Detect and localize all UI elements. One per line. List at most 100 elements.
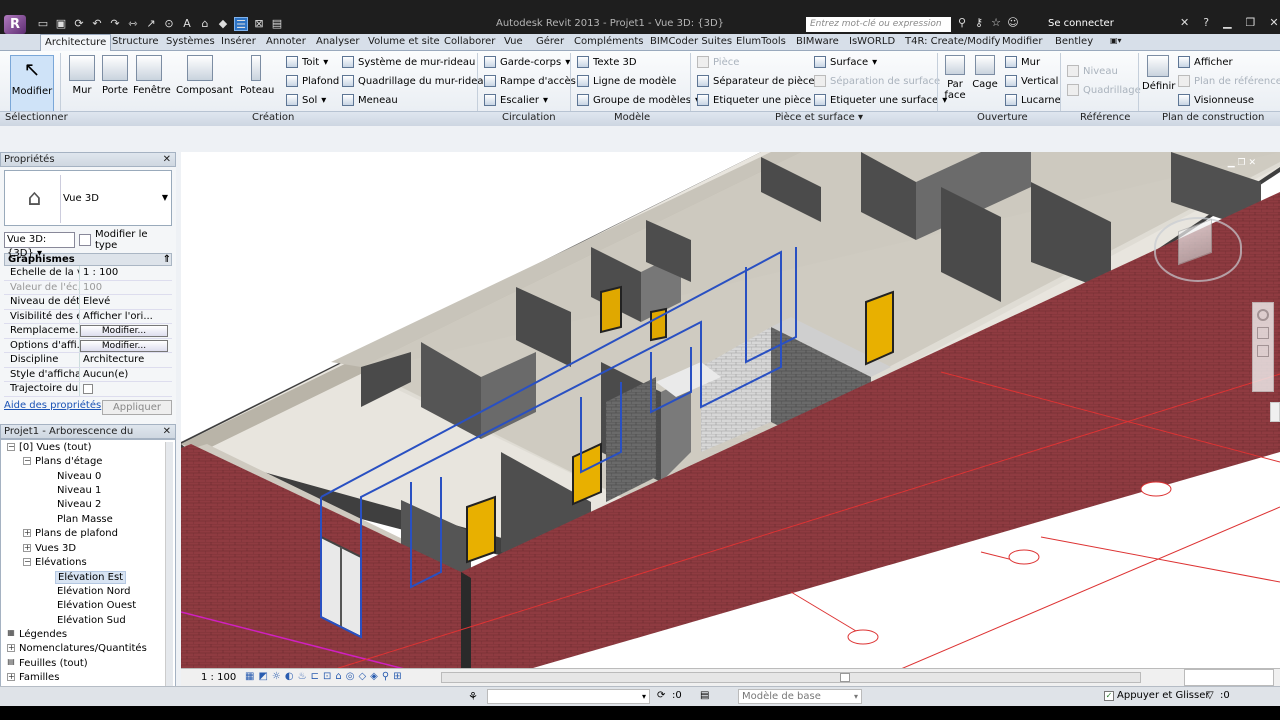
binoculars-icon[interactable]: ⚲ <box>955 16 969 30</box>
apply-button[interactable]: Appliquer <box>101 399 172 415</box>
sync-icon[interactable]: ⟳ <box>72 17 86 31</box>
panel-datum[interactable]: Référence <box>1080 112 1130 123</box>
tab-structure[interactable]: Structure <box>112 36 159 47</box>
search-input[interactable]: Entrez mot-clé ou expression <box>806 17 951 32</box>
collapse-icon[interactable]: − <box>23 457 31 465</box>
tree-node[interactable]: + Vues 3D <box>23 543 76 554</box>
scroll-thumb[interactable] <box>840 673 850 682</box>
analysis-icon[interactable]: ◈ <box>370 671 378 682</box>
model-text-button[interactable]: Texte 3D <box>577 56 637 68</box>
prop-value[interactable]: 1 : 100 <box>80 266 172 280</box>
view-window-controls[interactable]: ▁ ❐ ✕ <box>1228 158 1256 168</box>
editing-requests-icon[interactable]: ⟳ <box>657 690 665 701</box>
prop-value[interactable]: Architecture <box>80 353 172 367</box>
restore-icon[interactable]: ❐ <box>1246 16 1256 29</box>
worksharing-icon[interactable]: ⊞ <box>393 671 401 682</box>
tree-scrollbar[interactable] <box>165 441 173 692</box>
tree-node[interactable]: + Plans de plafond <box>23 528 118 539</box>
text-icon[interactable]: A <box>180 17 194 31</box>
star-icon[interactable]: ☆ <box>989 16 1003 30</box>
tab-vue[interactable]: Vue <box>504 36 523 47</box>
tag-room-button[interactable]: Etiqueter une pièce ▾ <box>697 94 820 106</box>
tab-inserer[interactable]: Insérer <box>221 36 256 47</box>
tree-node[interactable]: − Plans d'étage <box>23 456 102 467</box>
collapse-icon[interactable]: − <box>23 558 31 566</box>
collapse-icon[interactable]: ⇑ <box>163 254 171 265</box>
crop-region-icon[interactable]: ⊡ <box>323 671 331 682</box>
tree-node[interactable]: Plan Masse <box>57 514 113 525</box>
reveal-hidden-icon[interactable]: ◇ <box>358 671 366 682</box>
design-options-icon[interactable]: ▤ <box>700 690 709 701</box>
close-icon[interactable]: ✕ <box>163 425 175 438</box>
room-separator-button[interactable]: Séparateur de pièces <box>697 75 820 87</box>
area-boundary-button[interactable]: Séparation de surface <box>814 75 940 87</box>
tree-node[interactable]: ▦ Légendes <box>7 629 67 640</box>
panel-circulation[interactable]: Circulation <box>502 112 556 123</box>
tab-analyser[interactable]: Analyser <box>316 36 359 47</box>
subscription-icon[interactable]: ⚷ <box>972 16 986 30</box>
roof-button[interactable]: Toit ▾ <box>286 56 328 68</box>
area-button[interactable]: Surface ▾ <box>814 56 877 68</box>
tag-area-button[interactable]: Etiqueter une surface ▾ <box>814 94 947 106</box>
display-options-button[interactable]: Modifier... <box>80 339 168 352</box>
tab-bimcoder[interactable]: BIMCoder Suites <box>650 36 732 47</box>
tab-volume[interactable]: Volume et site <box>368 36 440 47</box>
ramp-button[interactable]: Rampe d'accès <box>484 75 576 87</box>
checkbox-checked-icon[interactable]: ✓ <box>1104 690 1114 701</box>
tab-t4r[interactable]: T4R: Create/Modify <box>905 36 1000 47</box>
expand-icon[interactable]: + <box>7 644 15 652</box>
tree-node[interactable]: + Familles <box>7 672 59 683</box>
expand-icon[interactable]: + <box>23 544 31 552</box>
tree-node[interactable]: − Elévations <box>23 557 87 568</box>
3d-viewport[interactable]: ▁ ❐ ✕ <box>181 152 1280 686</box>
tree-node[interactable]: − [0] Vues (tout) <box>7 442 92 453</box>
collapse-icon[interactable]: − <box>7 443 15 451</box>
viewport-scroll[interactable] <box>1270 402 1280 422</box>
room-button[interactable]: Pièce <box>697 56 739 68</box>
tree-node[interactable]: Elévation Nord <box>57 586 131 597</box>
panel-opening[interactable]: Ouverture <box>977 112 1028 123</box>
shadows-icon[interactable]: ◐ <box>285 671 294 682</box>
panel-workplane[interactable]: Plan de construction <box>1162 112 1264 123</box>
switch-windows-icon[interactable]: ▤ <box>270 17 284 31</box>
viewer-button[interactable]: Visionneuse <box>1178 94 1254 106</box>
tree-node-selected[interactable]: Elévation Est <box>55 570 127 584</box>
tab-gerer[interactable]: Gérer <box>536 36 564 47</box>
design-option-combo[interactable]: Modèle de base ▾ <box>738 689 862 704</box>
tag-icon[interactable]: ⊙ <box>162 17 176 31</box>
model-group-button[interactable]: Groupe de modèles ▾ <box>577 94 700 106</box>
save-icon[interactable]: ▣ <box>54 17 68 31</box>
crop-view-icon[interactable]: ⊏ <box>311 671 319 682</box>
set-workplane-button[interactable]: Définir <box>1142 55 1175 92</box>
tab-elumtools[interactable]: ElumTools <box>736 36 786 47</box>
measure-icon[interactable]: ⇿ <box>126 17 140 31</box>
model-line-button[interactable]: Ligne de modèle <box>577 75 676 87</box>
prop-row[interactable]: Discipline Architecture <box>4 353 172 368</box>
steering-wheel-icon[interactable] <box>1257 309 1269 321</box>
window-button[interactable]: Fenêtre <box>133 55 171 96</box>
tab-annoter[interactable]: Annoter <box>266 36 306 47</box>
panel-select[interactable]: Sélectionner <box>5 112 68 123</box>
panel-build[interactable]: Création <box>252 112 294 123</box>
minimize-icon[interactable]: ▁ <box>1223 16 1231 29</box>
scale-label[interactable]: 1 : 100 <box>201 672 236 683</box>
railing-button[interactable]: Garde-corps ▾ <box>484 56 570 68</box>
stair-button[interactable]: Escalier ▾ <box>484 94 548 106</box>
sign-in[interactable]: Se connecter <box>1048 18 1114 29</box>
prop-value[interactable]: Afficher l'ori... <box>80 310 172 324</box>
open-icon[interactable]: ▭ <box>36 17 50 31</box>
wall-opening-button[interactable]: Mur <box>1005 56 1040 68</box>
curtain-grid-button[interactable]: Quadrillage du mur-rideau <box>342 75 490 87</box>
tree-node[interactable]: Niveau 1 <box>57 485 101 496</box>
zoom-icon[interactable] <box>1257 327 1269 339</box>
door-button[interactable]: Porte <box>102 55 128 96</box>
ribbon-minimize-icon[interactable]: ▣▾ <box>1110 36 1122 45</box>
shaft-button[interactable]: Cage <box>972 55 998 90</box>
tree-node[interactable]: Niveau 0 <box>57 471 101 482</box>
grid-button[interactable]: Quadrillage <box>1067 84 1141 96</box>
navigation-bar[interactable] <box>1252 302 1274 392</box>
horizontal-scrollbar[interactable] <box>441 672 1141 683</box>
component-button[interactable]: Composant <box>176 55 233 96</box>
type-selector[interactable]: ⌂ Vue 3D ▼ <box>4 170 172 226</box>
sun-path-icon[interactable]: ☼ <box>272 671 281 682</box>
